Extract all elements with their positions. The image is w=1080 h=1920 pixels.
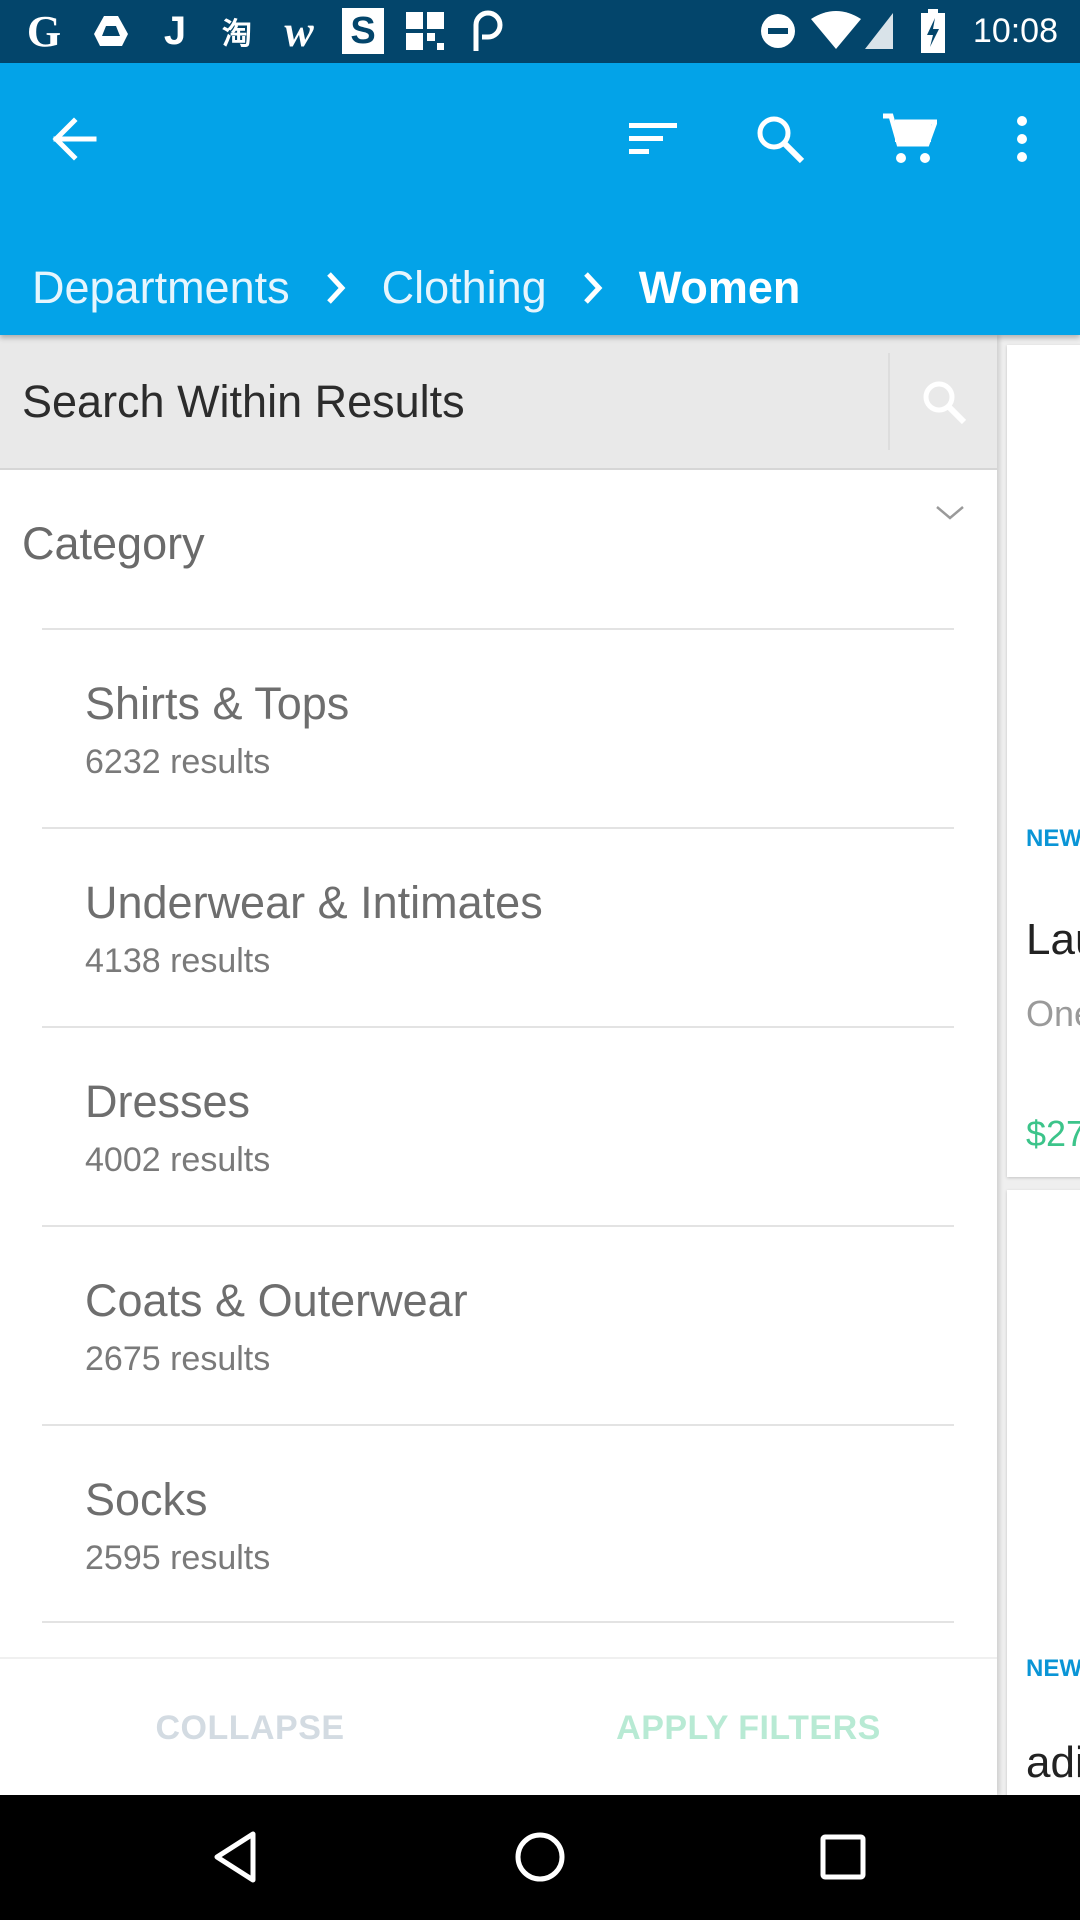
breadcrumb-clothing[interactable]: Clothing (382, 262, 547, 314)
product-card[interactable]: NEW adi (1007, 1190, 1080, 1795)
category-item[interactable]: Shirts & Tops 6232 results (42, 628, 954, 827)
do-not-disturb-icon (758, 8, 798, 54)
product-card[interactable]: NEW Lau One $27 (1007, 345, 1080, 1177)
taobao-icon: 淘 (222, 18, 252, 51)
status-time: 10:08 (972, 12, 1058, 50)
more-vert-icon (1017, 116, 1027, 162)
google-icon: G (26, 6, 62, 56)
nav-home-button[interactable] (495, 1817, 585, 1897)
wifi-icon (808, 8, 864, 54)
nav-recents-icon (820, 1834, 866, 1880)
back-arrow-icon (52, 117, 97, 161)
category-name: Dresses (85, 1076, 251, 1127)
search-icon (757, 116, 805, 164)
breadcrumb-departments[interactable]: Departments (32, 262, 290, 314)
search-within-results-button[interactable] (888, 353, 997, 450)
wallet-app-icon (465, 8, 511, 54)
product-subtitle: One (1026, 993, 1080, 1034)
sort-button[interactable] (617, 103, 689, 175)
chevron-right-icon (326, 271, 346, 305)
nav-recents-button[interactable] (798, 1817, 888, 1897)
cart-button[interactable] (873, 103, 945, 175)
category-title: Category (22, 518, 205, 569)
category-count: 6232 results (85, 743, 271, 781)
chevron-down-icon (935, 504, 965, 527)
wish-icon: w (284, 6, 314, 56)
breadcrumb: Departments Clothing Women (32, 243, 800, 333)
product-badge: NEW (1026, 825, 1080, 852)
category-name: Shirts & Tops (85, 678, 350, 729)
category-item[interactable]: Coats & Outerwear 2675 results (42, 1225, 954, 1424)
search-icon (923, 381, 966, 424)
product-list: NEW Lau One $27 NEW adi (997, 335, 1080, 1795)
category-item[interactable]: Underwear & Intimates 4138 results (42, 827, 954, 1026)
app-bar: Departments Clothing Women (0, 63, 1080, 335)
product-price: $27 (1026, 1113, 1080, 1154)
apply-filters-button[interactable]: APPLY FILTERS (500, 1659, 997, 1797)
search-button[interactable] (744, 103, 816, 175)
s-app-icon: S (340, 8, 386, 54)
search-within-results-input[interactable] (0, 335, 888, 468)
navigation-bar (0, 1795, 1080, 1920)
product-title: adi (1026, 1738, 1080, 1787)
product-title: Lau (1026, 915, 1080, 964)
category-item[interactable]: Socks 2595 results (42, 1424, 954, 1623)
nav-back-icon (214, 1831, 256, 1883)
breadcrumb-women[interactable]: Women (639, 262, 801, 314)
category-count: 2595 results (85, 1539, 271, 1577)
grid-app-icon (402, 8, 448, 54)
j-app-icon: J (163, 8, 187, 53)
category-list: Shirts & Tops 6232 results Underwear & I… (42, 628, 954, 1623)
chevron-right-icon (583, 271, 603, 305)
nav-back-button[interactable] (190, 1817, 280, 1897)
product-badge: NEW (1026, 1655, 1080, 1682)
nav-home-icon (515, 1832, 565, 1882)
collapse-button[interactable]: COLLAPSE (0, 1659, 500, 1797)
category-count: 4002 results (85, 1141, 271, 1179)
filter-footer: COLLAPSE APPLY FILTERS (0, 1657, 997, 1795)
battery-charging-icon (918, 8, 948, 54)
category-name: Socks (85, 1474, 208, 1525)
back-button[interactable] (38, 103, 110, 175)
sort-icon (629, 123, 677, 154)
drive-icon (88, 8, 134, 54)
category-count: 4138 results (85, 942, 271, 980)
filter-panel: Category Shirts & Tops 6232 results Unde… (0, 335, 997, 1795)
more-options-button[interactable] (986, 103, 1058, 175)
status-bar: G J 淘 w S 10:08 (0, 0, 1080, 63)
category-header[interactable]: Category (0, 470, 997, 630)
category-item[interactable]: Dresses 4002 results (42, 1026, 954, 1225)
search-within-results (0, 335, 997, 470)
cart-icon (883, 113, 937, 163)
category-name: Underwear & Intimates (85, 877, 543, 928)
category-count: 2675 results (85, 1340, 271, 1378)
signal-icon (862, 8, 896, 54)
category-name: Coats & Outerwear (85, 1275, 468, 1326)
